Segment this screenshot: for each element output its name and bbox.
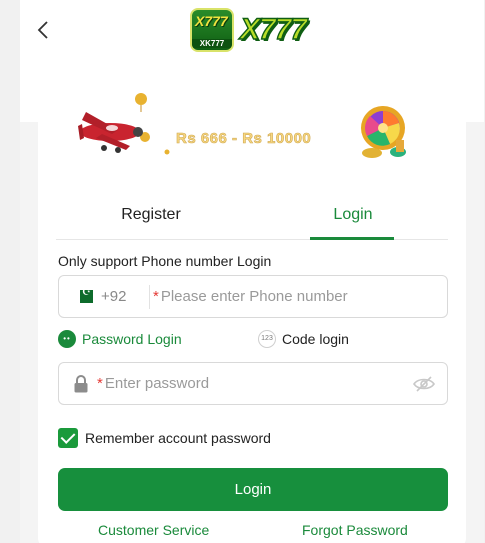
logo-wordmark: X777 [239,12,307,46]
phone-field[interactable]: +92 *Please enter Phone number [58,275,448,318]
tab-register[interactable]: Register [56,196,246,240]
eye-hidden-icon[interactable] [413,375,435,393]
password-placeholder: Enter password [104,375,210,392]
app-logo: X777 XK777 X777 [190,8,308,52]
logo-badge-subtext: XK777 [192,39,232,48]
required-mark: * [153,288,159,305]
tab-login[interactable]: Login [258,196,448,240]
checkbox-checked-icon[interactable] [58,428,78,448]
password-input[interactable]: * Enter password [97,375,209,392]
password-login-option[interactable]: •• Password Login [58,330,182,348]
password-dots-icon: •• [58,330,76,348]
auth-tabs: Register Login [56,196,448,240]
logo-badge-text: X777 [195,13,228,29]
remember-label: Remember account password [85,430,271,446]
phone-placeholder: Please enter Phone number [160,288,348,305]
login-card: Rs 666 - Rs 10000 Register Login Only su… [38,68,466,543]
field-divider [149,285,150,309]
required-mark: * [97,375,103,392]
lock-icon [74,375,88,393]
promo-banner [78,93,406,158]
forgot-password-link[interactable]: Forgot Password [302,522,408,538]
remember-password-checkbox[interactable]: Remember account password [58,428,271,448]
code-login-label: Code login [282,331,349,347]
customer-service-link[interactable]: Customer Service [98,522,209,538]
chevron-left-icon[interactable] [32,18,56,42]
login-button[interactable]: Login [58,468,448,511]
login-page: X777 XK777 X777 Rs 666 - Rs 10000 Regist… [20,0,484,543]
balloon-icon [135,93,170,155]
pakistan-flag-icon [76,287,93,303]
code-login-option[interactable]: 123 Code login [258,330,349,348]
logo-badge: X777 XK777 [190,8,234,52]
country-code[interactable]: +92 [101,288,126,305]
banner-reward-text: Rs 666 - Rs 10000 [176,130,312,148]
login-mode-selector: •• Password Login 123 Code login [58,330,448,352]
password-login-label: Password Login [82,331,182,347]
phone-input[interactable]: * Please enter Phone number [153,288,348,305]
airplane-icon [78,112,143,153]
password-field[interactable]: * Enter password [58,362,448,405]
lucky-wheel-icon [361,106,406,158]
active-tab-indicator [310,237,394,240]
number-code-icon: 123 [258,330,276,348]
login-hint: Only support Phone number Login [58,253,272,269]
